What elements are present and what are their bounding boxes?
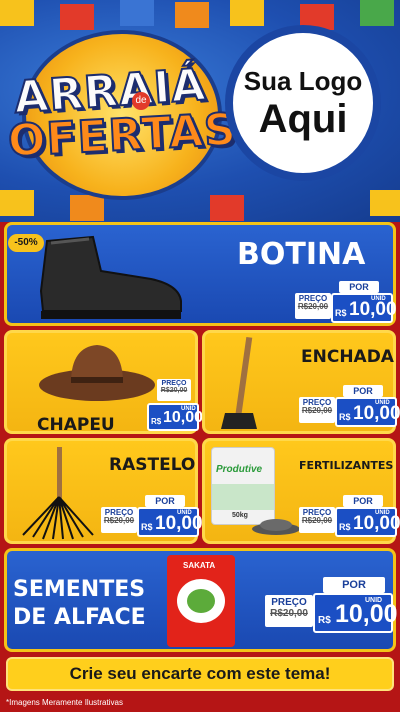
title-de: de	[132, 92, 150, 110]
product-card-fertilizantes: Produtive 50kg FERTILIZANTES POR PREÇO R…	[202, 438, 400, 544]
lettuce-icon	[187, 589, 215, 613]
old-price-box: PREÇO R$20,00	[299, 507, 335, 533]
price-tag: POR PREÇO R$20,00 R$ 10,00 UNID	[293, 277, 397, 323]
por-label: POR	[339, 281, 379, 293]
pack-brand: SAKATA	[183, 561, 216, 570]
new-price-box: R$ 10,00 UNID	[335, 397, 400, 427]
unid-label: UNID	[375, 400, 390, 406]
currency: R$	[141, 522, 153, 532]
price-tag: PREÇO R$20,00 R$ 10,00 UNID	[147, 377, 203, 435]
festa-flag	[70, 195, 104, 221]
product-name: FERTILIZANTES	[299, 459, 394, 472]
preco-label: PREÇO	[161, 380, 187, 387]
currency: R$	[151, 417, 162, 426]
old-price: R$20,00	[103, 516, 135, 526]
old-price: R$20,00	[301, 406, 333, 416]
unid-label: UNID	[181, 406, 196, 412]
por-label: POR	[343, 385, 383, 397]
new-price-box: R$ 10,00 UNID	[313, 593, 398, 633]
por-label: POR	[323, 577, 385, 593]
soil-pile-image	[252, 519, 300, 535]
seed-pack-image: SAKATA	[167, 555, 235, 647]
new-price-box: R$ 10,00 UNID	[137, 507, 203, 537]
old-price-box: PREÇO R$20,00	[299, 397, 335, 423]
boot-image	[39, 235, 182, 319]
pack-window	[177, 579, 225, 623]
festa-flag	[360, 0, 394, 26]
product-name: ENCHADA	[301, 347, 394, 367]
unid-label: UNID	[177, 510, 192, 516]
festa-flag	[60, 4, 94, 30]
currency: R$	[339, 522, 351, 532]
currency: R$	[335, 308, 347, 318]
header: ARRAIÁ de OFERTAS Sua Logo Aqui	[0, 0, 400, 222]
logo-text-line1: Sua Logo	[243, 65, 363, 96]
festa-flag	[370, 190, 400, 216]
new-price: 10,00	[353, 513, 400, 534]
old-price-box: PREÇO R$20,00	[157, 379, 191, 401]
old-price: R$20,00	[301, 516, 333, 526]
discount-badge: -50%	[8, 234, 44, 252]
old-price-box: PREÇO R$20,00	[265, 595, 313, 627]
festa-flag	[0, 0, 34, 26]
new-price: 10,00	[353, 403, 400, 424]
unid-label: UNID	[375, 510, 390, 516]
new-price: 10,00	[335, 600, 398, 628]
price-tag: POR PREÇO R$20,00 R$ 10,00 UNID	[297, 381, 400, 429]
new-price-box: R$ 10,00 UNID	[335, 507, 400, 537]
unid-label: UNID	[371, 296, 386, 302]
new-price-box: R$ 10,00 UNID	[147, 403, 203, 431]
price-tag: POR PREÇO R$20,00 R$ 10,00 UNID	[263, 577, 398, 647]
preco-label: PREÇO	[271, 597, 307, 608]
price-tag: POR PREÇO R$20,00 R$ 10,00 UNID	[297, 491, 400, 539]
logo-text-line2: Aqui	[258, 96, 348, 141]
old-price-box: PREÇO R$20,00	[295, 293, 331, 319]
por-label: POR	[145, 495, 185, 507]
price-tag: POR PREÇO R$20,00 R$ 10,00 UNID	[99, 491, 203, 539]
unid-label: UNID	[365, 597, 383, 604]
product-card-enchada: ENCHADA POR PREÇO R$20,00 R$ 10,00 UNID	[202, 330, 400, 434]
footnote: *Imagens Meramente Ilustrativas	[6, 698, 123, 707]
logo-placeholder: Sua Logo Aqui	[225, 25, 381, 181]
bag-stripe	[212, 484, 274, 510]
product-name-line1: SEMENTES	[13, 577, 146, 602]
product-card-rastelo: RASTELO POR PREÇO R$20,00 R$ 10,00 UNID	[4, 438, 203, 544]
product-name: RASTELO	[109, 455, 196, 475]
currency: R$	[339, 412, 351, 422]
cta-banner: Crie seu encarte com este tema!	[6, 657, 394, 691]
bag-weight: 50kg	[232, 512, 248, 519]
new-price-box: R$ 10,00 UNID	[331, 293, 397, 323]
product-card-chapeu: CHAPEU PREÇO R$20,00 R$ 10,00 UNID	[4, 330, 203, 435]
por-label: POR	[343, 495, 383, 507]
old-price: R$20,00	[160, 387, 188, 395]
rake-image	[22, 447, 94, 540]
currency: R$	[318, 615, 331, 626]
festa-flag	[0, 190, 34, 216]
product-name: CHAPEU	[37, 415, 115, 435]
old-price: R$20,00	[297, 302, 329, 312]
festa-flag	[120, 0, 154, 26]
new-price: 10,00	[155, 513, 203, 534]
product-card-sementes: SEMENTES DE ALFACE SAKATA POR PREÇO R$20…	[4, 548, 398, 652]
product-name-line2: DE ALFACE	[13, 605, 146, 630]
festa-flag	[210, 195, 244, 221]
hat-image	[39, 345, 155, 401]
festa-flag	[230, 0, 264, 26]
new-price: 10,00	[349, 299, 397, 320]
hoe-image	[221, 336, 257, 429]
festa-flag	[175, 2, 209, 28]
product-name: BOTINA	[237, 237, 366, 272]
bag-brand: Produtive	[216, 464, 263, 475]
old-price-box: PREÇO R$20,00	[101, 507, 137, 533]
old-price: R$20,00	[270, 607, 308, 619]
product-card-botina: BOTINA POR PREÇO R$20,00 R$ 10,00 UNID	[4, 222, 397, 326]
